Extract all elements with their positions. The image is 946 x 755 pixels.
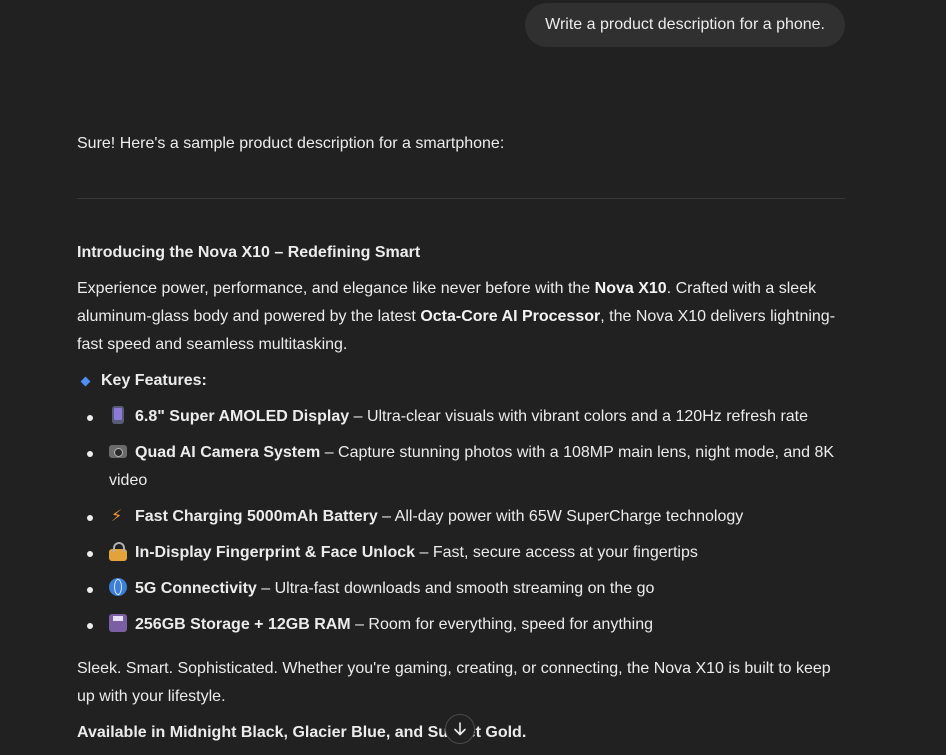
feature-title: Quad AI Camera System (135, 444, 321, 461)
globe-icon (109, 578, 127, 596)
camera-icon (109, 445, 127, 458)
feature-description: – Ultra-fast downloads and smooth stream… (256, 580, 655, 597)
user-message-bubble: Write a product description for a phone. (525, 3, 845, 47)
feature-title: In-Display Fingerprint & Face Unlock (135, 544, 416, 561)
feature-title: 5G Connectivity (135, 580, 257, 597)
lock-icon (109, 542, 127, 561)
feature-list: 6.8" Super AMOLED Display – Ultra-clear … (77, 403, 845, 647)
feature-title: 6.8" Super AMOLED Display (135, 408, 350, 425)
feature-title: 256GB Storage + 12GB RAM (135, 616, 351, 633)
list-item: In-Display Fingerprint & Face Unlock – F… (77, 539, 845, 567)
product-heading: Introducing the Nova X10 – Redefining Sm… (77, 244, 421, 261)
divider (77, 198, 845, 199)
list-item: Fast Charging 5000mAh Battery – All-day … (77, 503, 845, 531)
feature-description: – Fast, secure access at your fingertips (415, 544, 698, 561)
para1-bold-product: Nova X10 (594, 280, 667, 297)
floppy-disk-icon (109, 614, 127, 632)
arrow-down-icon (454, 722, 466, 736)
list-item: 256GB Storage + 12GB RAM – Room for ever… (77, 611, 845, 639)
key-features-heading: Key Features: (80, 369, 207, 393)
feature-title: Fast Charging 5000mAh Battery (135, 508, 378, 525)
para1-bold-processor: Octa-Core AI Processor (420, 308, 601, 325)
response-intro: Sure! Here's a sample product descriptio… (77, 135, 505, 152)
product-intro-paragraph: Experience power, performance, and elega… (77, 275, 845, 359)
key-features-label: Key Features: (101, 372, 207, 389)
closing-paragraph: Sleek. Smart. Sophisticated. Whether you… (77, 660, 831, 705)
list-item: Quad AI Camera System – Capture stunning… (77, 439, 845, 495)
feature-description: – Room for everything, speed for anythin… (350, 616, 654, 633)
lightning-icon (109, 503, 127, 531)
blue-diamond-icon (80, 376, 91, 386)
scroll-to-bottom-button[interactable] (445, 714, 475, 744)
phone-icon (112, 406, 124, 424)
feature-description: – Ultra-clear visuals with vibrant color… (349, 408, 809, 425)
list-item: 5G Connectivity – Ultra-fast downloads a… (77, 575, 845, 603)
list-item: 6.8" Super AMOLED Display – Ultra-clear … (77, 403, 845, 431)
feature-description: – All-day power with 65W SuperCharge tec… (377, 508, 744, 525)
user-message-text: Write a product description for a phone. (545, 16, 825, 33)
para1-text-1: Experience power, performance, and elega… (77, 280, 595, 297)
